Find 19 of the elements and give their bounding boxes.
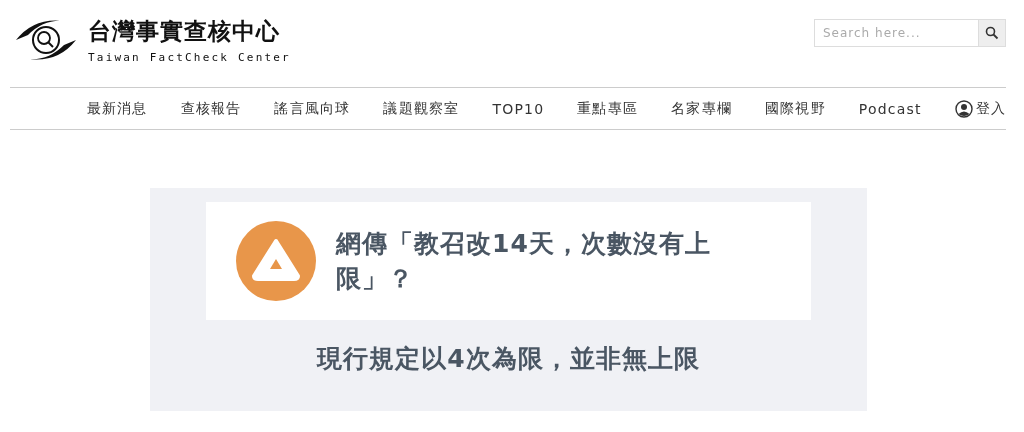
search-button[interactable] [978, 19, 1006, 47]
user-icon [954, 99, 973, 118]
nav-link[interactable]: TOP10 [492, 100, 545, 117]
site-subtitle: Taiwan FactCheck Center [88, 51, 291, 64]
nav-link[interactable]: 查核報告 [180, 99, 242, 118]
nav-link[interactable]: 最新消息 [86, 99, 148, 118]
search-field[interactable]: Search here... [814, 19, 978, 47]
nav-link[interactable]: 議題觀察室 [383, 99, 460, 118]
nav-link[interactable]: 重點專區 [577, 99, 639, 118]
site-title: 台灣事實查核中心 [88, 17, 281, 46]
nav-link[interactable]: Podcast [858, 100, 922, 117]
login-link[interactable]: 登入 [975, 99, 1006, 118]
search-icon [985, 26, 999, 40]
verdict-text: 現行規定以4次為限，並非無上限 [315, 343, 701, 375]
nav-link[interactable]: 名家專欄 [671, 99, 732, 118]
triangle-rating-icon [236, 221, 316, 301]
claim-title: 網傳「教召改14天，次數沒有上限」？ [336, 228, 712, 295]
nav-link[interactable]: 謠言風向球 [274, 99, 351, 118]
nav-link[interactable]: 國際視野 [764, 99, 826, 118]
